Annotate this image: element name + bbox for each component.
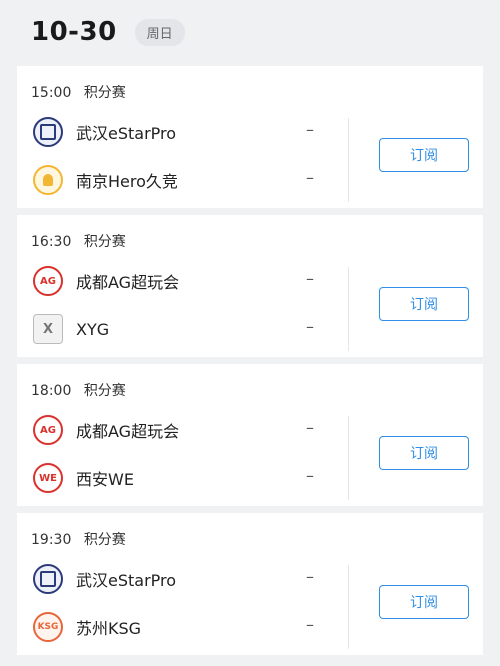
- divider: [348, 416, 349, 500]
- match-card: 15:00 积分赛 武汉eStarPro – 南京Hero久竞 – 订阅: [17, 66, 483, 208]
- we-logo-icon: WE: [33, 463, 63, 493]
- team-row: 武汉eStarPro: [33, 117, 176, 147]
- team-score: –: [306, 168, 314, 187]
- team-score: –: [306, 615, 314, 634]
- team-name: 南京Hero久竞: [76, 172, 178, 191]
- date-header: 10-30 周日: [17, 0, 483, 64]
- match-card: 16:30 积分赛 AG 成都AG超玩会 – X XYG – 订阅: [17, 215, 483, 357]
- team-name: 成都AG超玩会: [76, 422, 180, 441]
- match-card: 18:00 积分赛 AG 成都AG超玩会 – WE 西安WE – 订阅: [17, 364, 483, 506]
- divider: [348, 267, 349, 351]
- xyg-logo-icon: X: [33, 314, 63, 344]
- subscribe-button[interactable]: 订阅: [379, 138, 469, 172]
- match-stage: 积分赛: [83, 85, 126, 101]
- team-score: –: [306, 466, 314, 485]
- match-header: 15:00 积分赛: [31, 82, 126, 102]
- match-header: 19:30 积分赛: [31, 529, 126, 549]
- team-name: 苏州KSG: [76, 619, 142, 638]
- match-header: 16:30 积分赛: [31, 231, 126, 251]
- estar-logo-icon: [33, 564, 63, 594]
- match-stage: 积分赛: [83, 383, 126, 399]
- team-row: AG 成都AG超玩会: [33, 266, 179, 296]
- team-name: 武汉eStarPro: [76, 124, 177, 143]
- team-score: –: [306, 418, 314, 437]
- team-name: 武汉eStarPro: [76, 571, 177, 590]
- subscribe-button[interactable]: 订阅: [379, 585, 469, 619]
- ag-logo-icon: AG: [33, 266, 63, 296]
- team-score: –: [306, 317, 314, 336]
- match-header: 18:00 积分赛: [31, 380, 126, 400]
- ksg-logo-icon: KSG: [33, 612, 63, 642]
- weekday-badge: 周日: [134, 18, 185, 46]
- team-row: AG 成都AG超玩会: [33, 415, 179, 445]
- subscribe-button[interactable]: 订阅: [379, 287, 469, 321]
- team-row: 武汉eStarPro: [33, 564, 176, 594]
- ag-logo-icon: AG: [33, 415, 63, 445]
- team-score: –: [306, 120, 314, 139]
- team-score: –: [306, 269, 314, 288]
- team-row: WE 西安WE: [33, 463, 134, 493]
- match-card: 19:30 积分赛 武汉eStarPro – KSG 苏州KSG – 订阅: [17, 513, 483, 655]
- team-name: XYG: [76, 319, 110, 339]
- divider: [348, 118, 349, 202]
- team-score: –: [306, 567, 314, 586]
- subscribe-button[interactable]: 订阅: [379, 436, 469, 470]
- team-name: 成都AG超玩会: [76, 273, 180, 292]
- team-row: KSG 苏州KSG: [33, 612, 141, 642]
- team-row: 南京Hero久竞: [33, 165, 178, 195]
- hero-logo-icon: [33, 165, 63, 195]
- match-time: 15:00: [31, 85, 72, 101]
- date-label: 10-30: [31, 17, 117, 47]
- estar-logo-icon: [33, 117, 63, 147]
- match-time: 16:30: [31, 234, 72, 250]
- team-row: X XYG: [33, 314, 109, 344]
- schedule-page: 10-30 周日 15:00 积分赛 武汉eStarPro – 南京Hero久竞…: [17, 0, 483, 666]
- match-time: 19:30: [31, 532, 72, 548]
- match-stage: 积分赛: [83, 532, 126, 548]
- match-time: 18:00: [31, 383, 72, 399]
- team-name: 西安WE: [76, 470, 134, 489]
- match-stage: 积分赛: [83, 234, 126, 250]
- divider: [348, 565, 349, 649]
